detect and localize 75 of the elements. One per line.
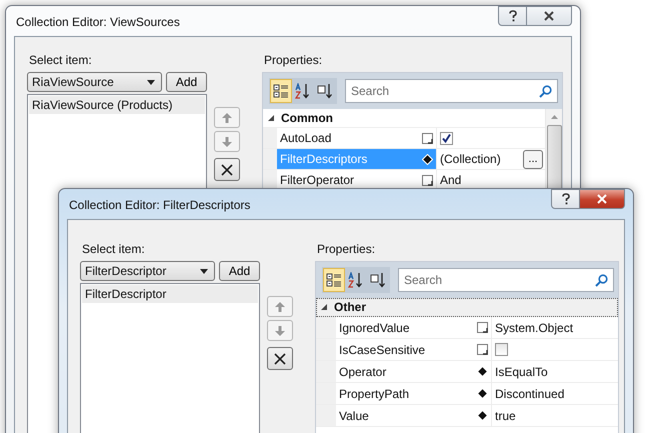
help-button[interactable] xyxy=(551,189,580,209)
square-down-arrow-icon xyxy=(317,83,333,99)
delete-button[interactable] xyxy=(214,158,240,181)
expander-icon[interactable] xyxy=(267,114,275,122)
search-field[interactable]: Search xyxy=(345,79,558,103)
property-name[interactable]: AutoLoad xyxy=(277,128,419,148)
help-button[interactable] xyxy=(498,6,527,26)
list-item[interactable]: RiaViewSource (Products) xyxy=(29,96,205,114)
property-value: true xyxy=(495,408,516,422)
property-name[interactable]: FilterOperator xyxy=(277,170,419,190)
category-header: Common xyxy=(281,111,333,125)
diamond-icon[interactable] xyxy=(477,366,488,377)
type-dropdown[interactable]: FilterDescriptor xyxy=(80,261,215,281)
property-name[interactable]: PropertyPath xyxy=(336,383,474,404)
expander-icon[interactable] xyxy=(320,303,328,311)
question-mark-icon xyxy=(560,193,570,205)
property-value: And xyxy=(440,173,462,187)
search-field[interactable]: Search xyxy=(398,268,614,292)
select-item-label: Select item: xyxy=(82,242,146,256)
close-icon xyxy=(543,11,555,21)
arrow-up-icon xyxy=(275,302,285,312)
property-value: System.Object xyxy=(495,320,574,334)
diamond-icon[interactable] xyxy=(422,154,433,164)
caret-icon xyxy=(147,80,155,84)
square-marker-icon[interactable] xyxy=(477,344,488,355)
properties-label: Properties: xyxy=(264,53,324,67)
sort-az-icon xyxy=(348,272,364,288)
ellipsis-button[interactable]: ... xyxy=(523,150,543,168)
categorized-view-button[interactable] xyxy=(270,79,292,103)
checkbox[interactable] xyxy=(440,132,453,144)
category-header: Other xyxy=(334,300,366,314)
question-mark-icon xyxy=(508,10,518,22)
diamond-icon[interactable] xyxy=(477,410,488,421)
property-name[interactable]: IgnoredValue xyxy=(336,317,474,338)
type-dropdown[interactable]: RiaViewSource xyxy=(27,72,162,92)
property-name[interactable]: IsCaseSensitive xyxy=(336,339,474,360)
square-marker-icon[interactable] xyxy=(422,174,433,186)
arrow-down-icon xyxy=(275,326,285,336)
square-marker-icon[interactable] xyxy=(422,132,433,144)
categorized-list-icon xyxy=(273,83,289,99)
search-icon xyxy=(595,274,608,287)
property-name[interactable]: Value xyxy=(336,405,474,426)
select-item-label: Select item: xyxy=(29,53,93,67)
property-value: (Collection) xyxy=(440,152,501,166)
arrow-up-icon xyxy=(222,112,232,122)
categorized-list-icon xyxy=(326,272,342,288)
close-button[interactable] xyxy=(580,189,625,209)
move-down-button[interactable] xyxy=(267,320,293,341)
delete-button[interactable] xyxy=(267,347,293,370)
list-item[interactable]: FilterDescriptor xyxy=(82,285,258,303)
caret-icon xyxy=(200,268,208,274)
window-title: Collection Editor: ViewSources xyxy=(15,15,180,29)
diamond-icon[interactable] xyxy=(477,388,488,399)
checkbox[interactable] xyxy=(495,343,508,356)
categorized-view-button[interactable] xyxy=(323,268,345,292)
square-down-arrow-icon xyxy=(370,272,386,288)
move-up-button[interactable] xyxy=(214,107,240,128)
move-down-button[interactable] xyxy=(214,131,240,152)
properties-label: Properties: xyxy=(317,242,376,256)
add-button[interactable]: Add xyxy=(219,261,260,281)
search-icon xyxy=(539,85,552,98)
property-value: Discontinued xyxy=(495,386,564,400)
add-button[interactable]: Add xyxy=(166,72,207,92)
property-name[interactable]: Operator xyxy=(336,361,474,382)
delete-x-icon xyxy=(274,352,286,364)
close-icon xyxy=(596,194,608,204)
scroll-up-icon[interactable] xyxy=(550,115,558,119)
close-button[interactable] xyxy=(527,6,572,26)
move-up-button[interactable] xyxy=(267,296,293,317)
window-title: Collection Editor: FilterDescriptors xyxy=(68,198,250,212)
delete-x-icon xyxy=(221,164,233,176)
square-marker-icon[interactable] xyxy=(477,322,488,333)
sort-az-icon xyxy=(295,83,311,99)
property-value: IsEqualTo xyxy=(495,364,548,378)
arrow-down-icon xyxy=(222,136,232,146)
